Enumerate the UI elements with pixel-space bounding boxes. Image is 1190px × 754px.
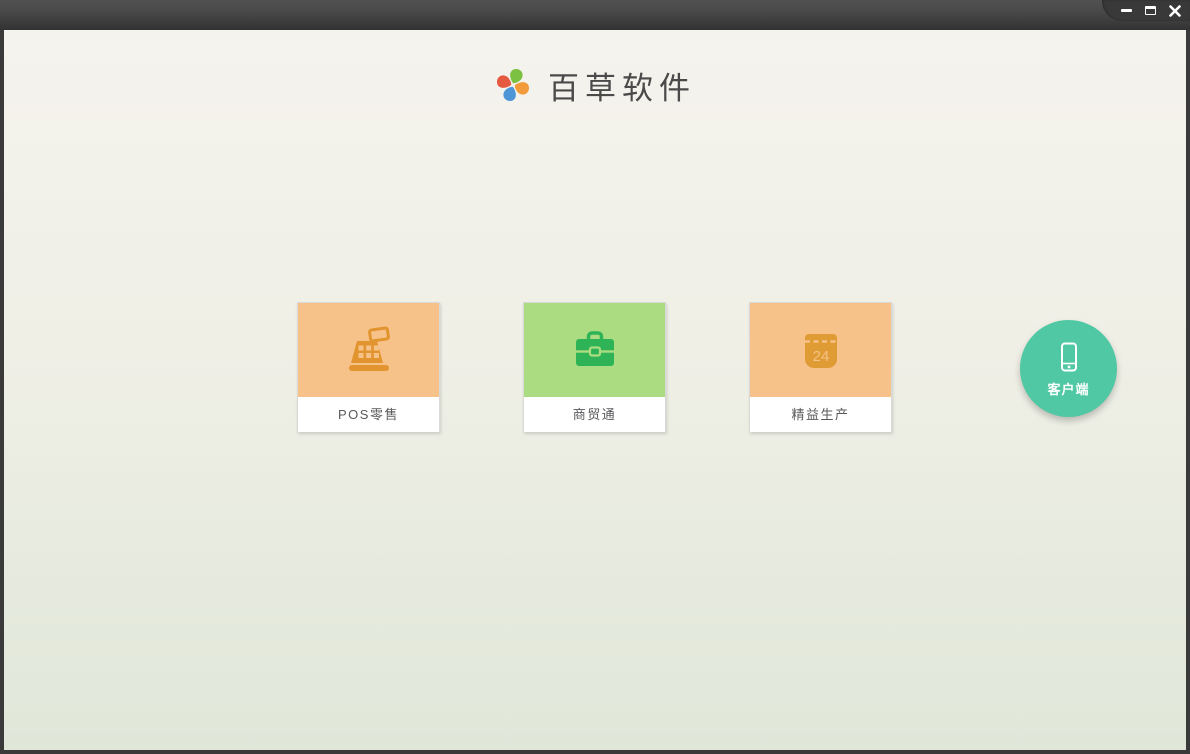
- titlebar[interactable]: [0, 0, 1190, 30]
- app-window: 百草软件 POS零售 商贸通 24 精益生产 客户端: [0, 0, 1190, 754]
- main-content: 百草软件 POS零售 商贸通 24 精益生产 客户端: [4, 30, 1186, 750]
- close-icon: [1168, 4, 1181, 17]
- pinwheel-logo-icon: [497, 68, 529, 102]
- maximize-button[interactable]: [1143, 2, 1158, 20]
- product-label-trade: 商贸通: [524, 397, 665, 432]
- brand: 百草软件: [4, 30, 1186, 140]
- cash-register-icon: [348, 326, 390, 371]
- product-tile-pos: [298, 303, 439, 397]
- smartphone-icon: [1060, 342, 1077, 371]
- client-button-label: 客户端: [1047, 381, 1090, 397]
- product-card-trade[interactable]: 商贸通: [523, 302, 666, 432]
- minimize-icon: [1121, 9, 1132, 12]
- window-controls: [1102, 0, 1190, 21]
- calendar-day: 24: [812, 348, 829, 365]
- product-tile-trade: [524, 303, 665, 397]
- client-button[interactable]: 客户端: [1020, 320, 1117, 417]
- product-card-lean[interactable]: 24 精益生产: [749, 302, 892, 432]
- calendar-icon: 24: [804, 334, 837, 368]
- product-card-pos[interactable]: POS零售: [297, 302, 440, 432]
- product-tile-lean: 24: [750, 303, 891, 397]
- product-label-pos: POS零售: [298, 397, 439, 432]
- close-button[interactable]: [1167, 2, 1182, 20]
- briefcase-icon: [575, 331, 614, 366]
- product-label-lean: 精益生产: [750, 397, 891, 432]
- app-title: 百草软件: [548, 70, 696, 107]
- minimize-button[interactable]: [1119, 2, 1134, 20]
- maximize-icon: [1145, 6, 1156, 15]
